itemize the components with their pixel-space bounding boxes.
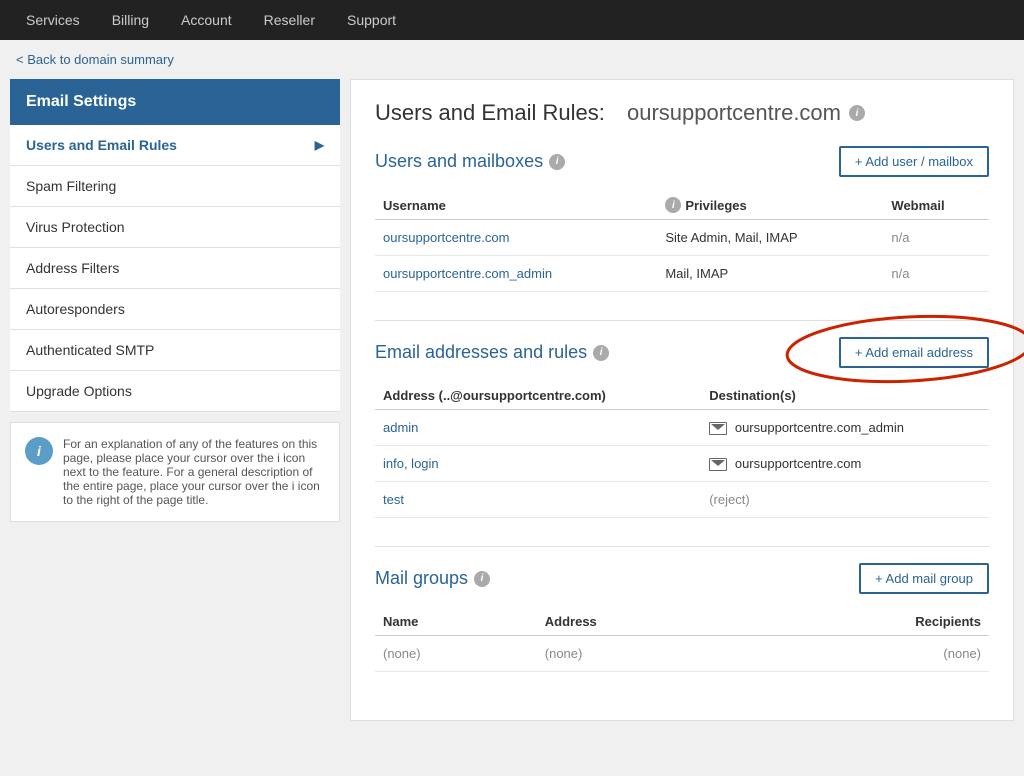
chevron-right-icon: ▶	[315, 138, 324, 152]
sidebar-item-address-filters[interactable]: Address Filters	[10, 248, 340, 289]
users-mailboxes-header: Users and mailboxes i + Add user / mailb…	[375, 146, 989, 177]
col-address: Address	[537, 608, 742, 636]
email-address-link[interactable]: admin	[383, 420, 418, 435]
privileges-info-icon[interactable]: i	[665, 197, 681, 213]
table-row: (none) (none) (none)	[375, 636, 989, 672]
email-addresses-section: Email addresses and rules i + Add email …	[375, 337, 989, 518]
table-row: info, login oursupportcentre.com	[375, 446, 989, 482]
nav-account[interactable]: Account	[165, 0, 248, 40]
user-link[interactable]: oursupportcentre.com_admin	[383, 266, 552, 281]
mail-icon	[709, 458, 727, 471]
sidebar-item-autoresponders[interactable]: Autoresponders	[10, 289, 340, 330]
sidebar-title: Email Settings	[10, 79, 340, 125]
main-content: Users and Email Rules: oursupportcentre.…	[350, 79, 1014, 721]
email-address-link[interactable]: info, login	[383, 456, 439, 471]
table-row: oursupportcentre.com_admin Mail, IMAP n/…	[375, 256, 989, 292]
user-webmail: n/a	[883, 256, 989, 292]
col-destination: Destination(s)	[701, 382, 989, 410]
users-table: Username i Privileges Webmail oursupport…	[375, 191, 989, 292]
users-mailboxes-section: Users and mailboxes i + Add user / mailb…	[375, 146, 989, 292]
email-destination: (reject)	[701, 482, 989, 518]
oval-annotation: + Add email address	[839, 337, 989, 368]
sidebar-item-label: Upgrade Options	[26, 383, 132, 399]
col-recipients: Recipients	[742, 608, 989, 636]
col-name: Name	[375, 608, 537, 636]
main-layout: Email Settings Users and Email Rules ▶ S…	[0, 79, 1024, 741]
group-recipients: (none)	[742, 636, 989, 672]
email-addresses-title: Email addresses and rules i	[375, 342, 609, 363]
col-webmail: Webmail	[883, 191, 989, 220]
divider	[375, 546, 989, 547]
sidebar-item-spam-filtering[interactable]: Spam Filtering	[10, 166, 340, 207]
add-mail-group-button[interactable]: + Add mail group	[859, 563, 989, 594]
top-navigation: Services Billing Account Reseller Suppor…	[0, 0, 1024, 40]
email-rules-info-icon[interactable]: i	[593, 345, 609, 361]
mail-groups-title: Mail groups i	[375, 568, 490, 589]
group-name: (none)	[375, 636, 537, 672]
group-address: (none)	[537, 636, 742, 672]
nav-billing[interactable]: Billing	[96, 0, 165, 40]
sidebar-item-label: Virus Protection	[26, 219, 125, 235]
page-title: Users and Email Rules: oursupportcentre.…	[375, 100, 989, 126]
col-username: Username	[375, 191, 657, 220]
col-address: Address (..@oursupportcentre.com)	[375, 382, 701, 410]
sidebar-item-upgrade-options[interactable]: Upgrade Options	[10, 371, 340, 412]
user-webmail: n/a	[883, 220, 989, 256]
table-row: admin oursupportcentre.com_admin	[375, 410, 989, 446]
breadcrumb: < Back to domain summary	[0, 40, 1024, 79]
user-link[interactable]: oursupportcentre.com	[383, 230, 509, 245]
email-addresses-header: Email addresses and rules i + Add email …	[375, 337, 989, 368]
user-privileges: Site Admin, Mail, IMAP	[657, 220, 883, 256]
sidebar-item-label: Spam Filtering	[26, 178, 116, 194]
email-destination: oursupportcentre.com_admin	[701, 410, 989, 446]
users-mailboxes-title: Users and mailboxes i	[375, 151, 565, 172]
table-row: oursupportcentre.com Site Admin, Mail, I…	[375, 220, 989, 256]
page-title-info-icon[interactable]: i	[849, 105, 865, 121]
col-privileges: i Privileges	[657, 191, 883, 220]
email-addresses-table: Address (..@oursupportcentre.com) Destin…	[375, 382, 989, 518]
add-email-address-button[interactable]: + Add email address	[839, 337, 989, 368]
add-user-mailbox-button[interactable]: + Add user / mailbox	[839, 146, 989, 177]
sidebar-item-authenticated-smtp[interactable]: Authenticated SMTP	[10, 330, 340, 371]
mail-groups-section: Mail groups i + Add mail group Name Addr…	[375, 563, 989, 672]
email-destination: oursupportcentre.com	[701, 446, 989, 482]
users-mailboxes-info-icon[interactable]: i	[549, 154, 565, 170]
sidebar-info-box: i For an explanation of any of the featu…	[10, 422, 340, 522]
sidebar-item-label: Address Filters	[26, 260, 119, 276]
mail-groups-header: Mail groups i + Add mail group	[375, 563, 989, 594]
nav-support[interactable]: Support	[331, 0, 412, 40]
sidebar-item-virus-protection[interactable]: Virus Protection	[10, 207, 340, 248]
sidebar: Email Settings Users and Email Rules ▶ S…	[10, 79, 340, 721]
mail-icon	[709, 422, 727, 435]
sidebar-item-users-email-rules[interactable]: Users and Email Rules ▶	[10, 125, 340, 166]
divider	[375, 320, 989, 321]
back-link[interactable]: < Back to domain summary	[16, 52, 174, 67]
nav-services[interactable]: Services	[10, 0, 96, 40]
sidebar-item-label: Authenticated SMTP	[26, 342, 154, 358]
mail-groups-table: Name Address Recipients (none) (none) (n…	[375, 608, 989, 672]
nav-reseller[interactable]: Reseller	[248, 0, 331, 40]
table-row: test (reject)	[375, 482, 989, 518]
sidebar-item-label: Users and Email Rules	[26, 137, 177, 153]
email-address-link[interactable]: test	[383, 492, 404, 507]
mail-groups-info-icon[interactable]: i	[474, 571, 490, 587]
info-icon: i	[25, 437, 53, 465]
user-privileges: Mail, IMAP	[657, 256, 883, 292]
sidebar-info-text: For an explanation of any of the feature…	[63, 437, 325, 507]
sidebar-item-label: Autoresponders	[26, 301, 125, 317]
